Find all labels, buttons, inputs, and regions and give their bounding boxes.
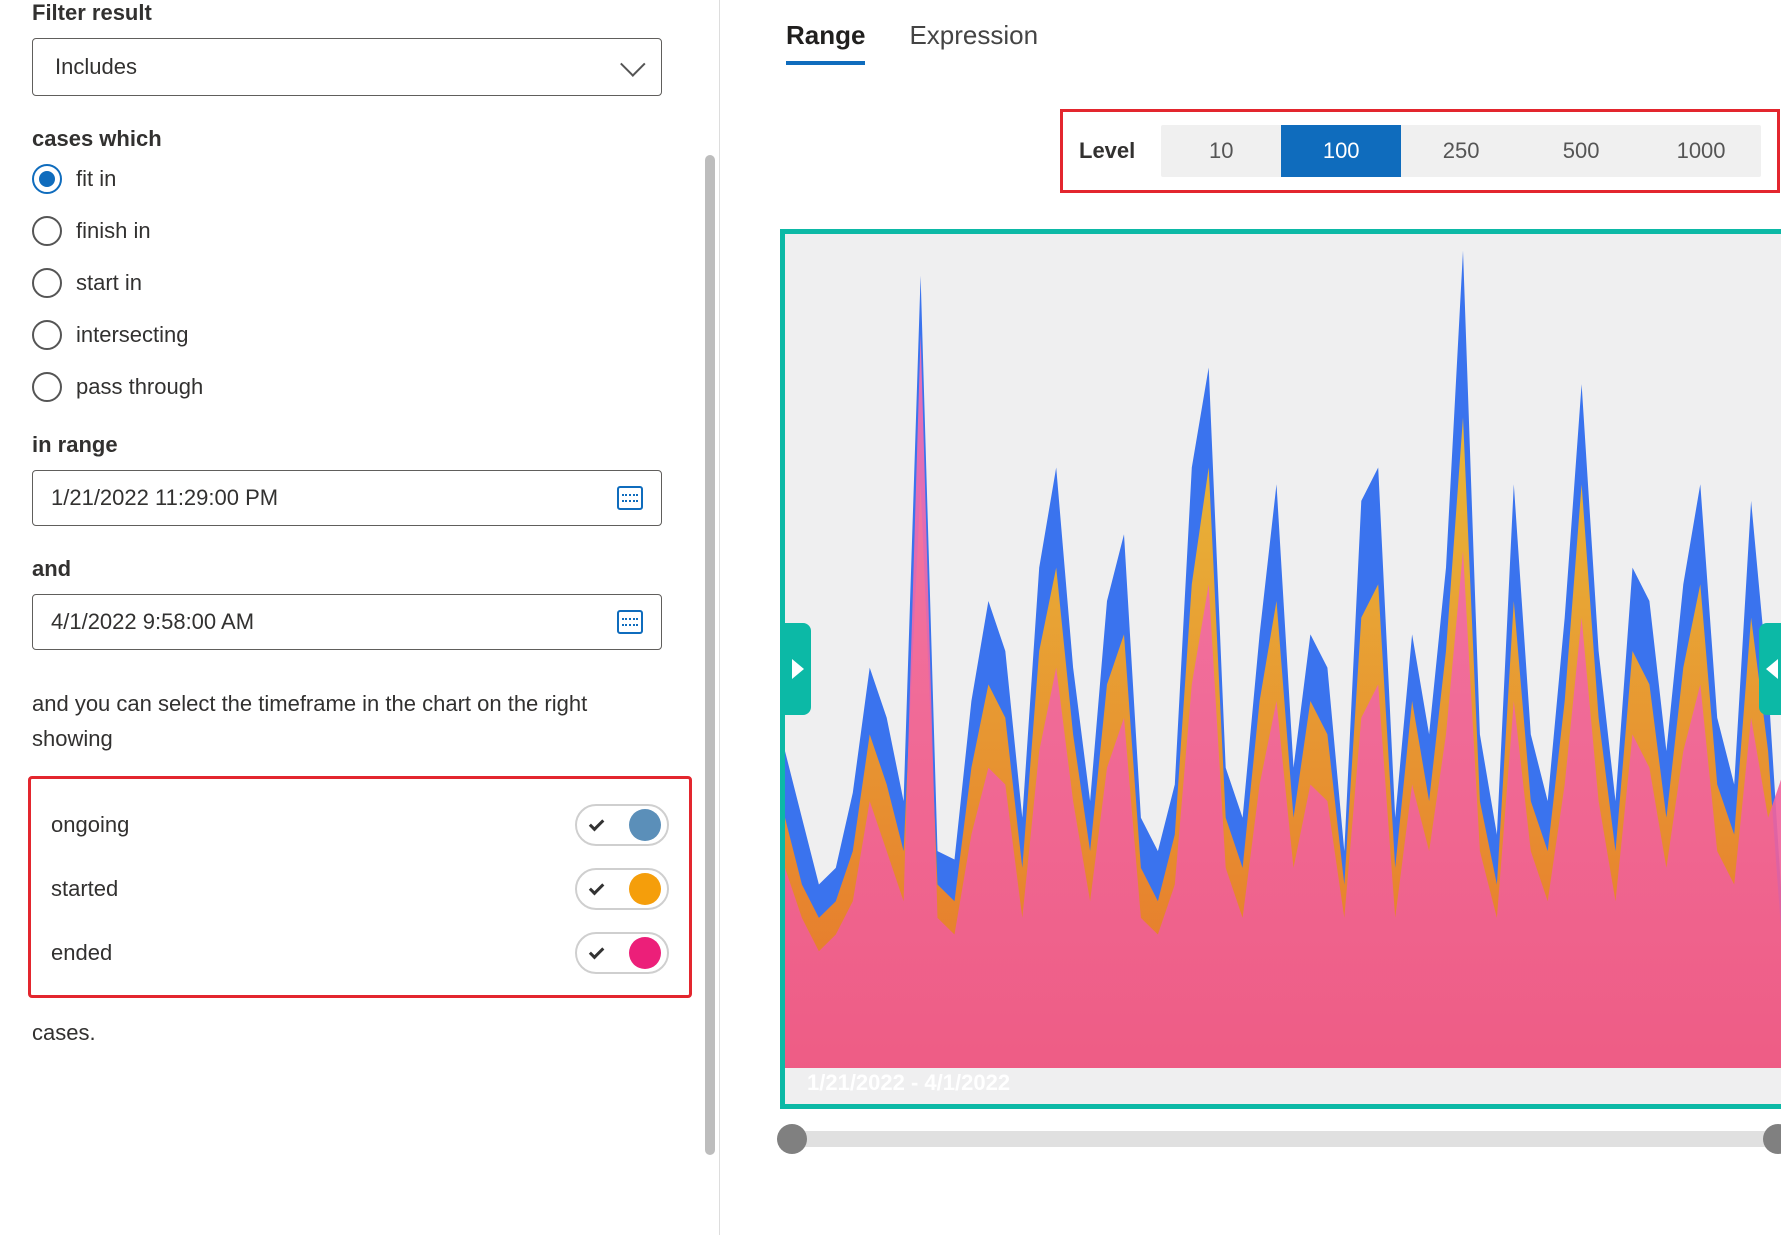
radio-icon: [32, 268, 62, 298]
chart-wrap: 1/21/2022 - 4/1/2022: [780, 229, 1781, 1147]
range-handle-right[interactable]: [1759, 623, 1781, 715]
slider-handle-left[interactable]: [777, 1124, 807, 1154]
range-handle-left[interactable]: [785, 623, 811, 715]
toggle-label: ongoing: [51, 812, 129, 838]
level-10[interactable]: 10: [1161, 125, 1281, 177]
level-1000[interactable]: 1000: [1641, 125, 1761, 177]
radio-label: finish in: [76, 218, 151, 244]
date-from-input[interactable]: 1/21/2022 11:29:00 PM: [32, 470, 662, 526]
date-to-value: 4/1/2022 9:58:00 AM: [51, 609, 254, 635]
and-label: and: [32, 556, 691, 582]
chart-caption: 1/21/2022 - 4/1/2022: [807, 1070, 1010, 1096]
chevron-down-icon: [620, 51, 645, 76]
help-text: and you can select the timeframe in the …: [32, 686, 672, 756]
radio-label: fit in: [76, 166, 116, 192]
cases-radio-pass-through[interactable]: pass through: [32, 372, 691, 402]
cases-radio-intersecting[interactable]: intersecting: [32, 320, 691, 350]
filter-result-select[interactable]: Includes: [32, 38, 662, 96]
check-icon: [589, 880, 605, 896]
toggle-ended: ended: [51, 921, 669, 985]
filter-result-value: Includes: [55, 54, 137, 80]
toggle-label: ended: [51, 940, 112, 966]
level-label: Level: [1079, 138, 1135, 164]
toggle-ongoing: ongoing: [51, 793, 669, 857]
chart-svg: [785, 234, 1781, 1068]
scrollbar[interactable]: [705, 155, 715, 1155]
radio-icon: [32, 372, 62, 402]
radio-label: intersecting: [76, 322, 189, 348]
toggle-knob: [629, 873, 661, 905]
radio-label: start in: [76, 270, 142, 296]
radio-icon: [32, 320, 62, 350]
cases-radio-finish-in[interactable]: finish in: [32, 216, 691, 246]
level-500[interactable]: 500: [1521, 125, 1641, 177]
radio-label: pass through: [76, 374, 203, 400]
level-100[interactable]: 100: [1281, 125, 1401, 177]
date-from-value: 1/21/2022 11:29:00 PM: [51, 485, 278, 511]
radio-icon: [32, 216, 62, 246]
toggle-label: started: [51, 876, 118, 902]
toggle-switch-started[interactable]: [575, 868, 669, 910]
cases-radio-start-in[interactable]: start in: [32, 268, 691, 298]
check-icon: [589, 944, 605, 960]
level-selector: Level 101002505001000: [1060, 109, 1780, 193]
check-icon: [589, 816, 605, 832]
level-250[interactable]: 250: [1401, 125, 1521, 177]
toggle-knob: [629, 809, 661, 841]
cases-radio-fit-in[interactable]: fit in: [32, 164, 691, 194]
slider-handle-right[interactable]: [1763, 1124, 1781, 1154]
level-segmented: 101002505001000: [1161, 125, 1761, 177]
footer-text: cases.: [32, 1020, 691, 1046]
date-to-input[interactable]: 4/1/2022 9:58:00 AM: [32, 594, 662, 650]
toggle-switch-ongoing[interactable]: [575, 804, 669, 846]
tabs: Range Expression: [780, 20, 1781, 65]
radio-icon: [32, 164, 62, 194]
calendar-icon[interactable]: [617, 486, 643, 510]
range-slider[interactable]: [780, 1131, 1781, 1147]
in-range-label: in range: [32, 432, 691, 458]
cases-radio-group: fit in finish in start in intersecting pass …: [32, 164, 691, 402]
cases-which-label: cases which: [32, 126, 691, 152]
toggle-started: started: [51, 857, 669, 921]
filter-result-label: Filter result: [32, 0, 691, 26]
tab-range[interactable]: Range: [786, 20, 865, 65]
series-toggle-box: ongoing started ended: [28, 776, 692, 998]
toggle-knob: [629, 937, 661, 969]
chart[interactable]: 1/21/2022 - 4/1/2022: [780, 229, 1781, 1109]
tab-expression[interactable]: Expression: [909, 20, 1038, 65]
filter-panel: Filter result Includes cases which fit i…: [0, 0, 720, 1235]
chart-panel: Range Expression Level 101002505001000 1/…: [720, 0, 1781, 1235]
toggle-switch-ended[interactable]: [575, 932, 669, 974]
calendar-icon[interactable]: [617, 610, 643, 634]
